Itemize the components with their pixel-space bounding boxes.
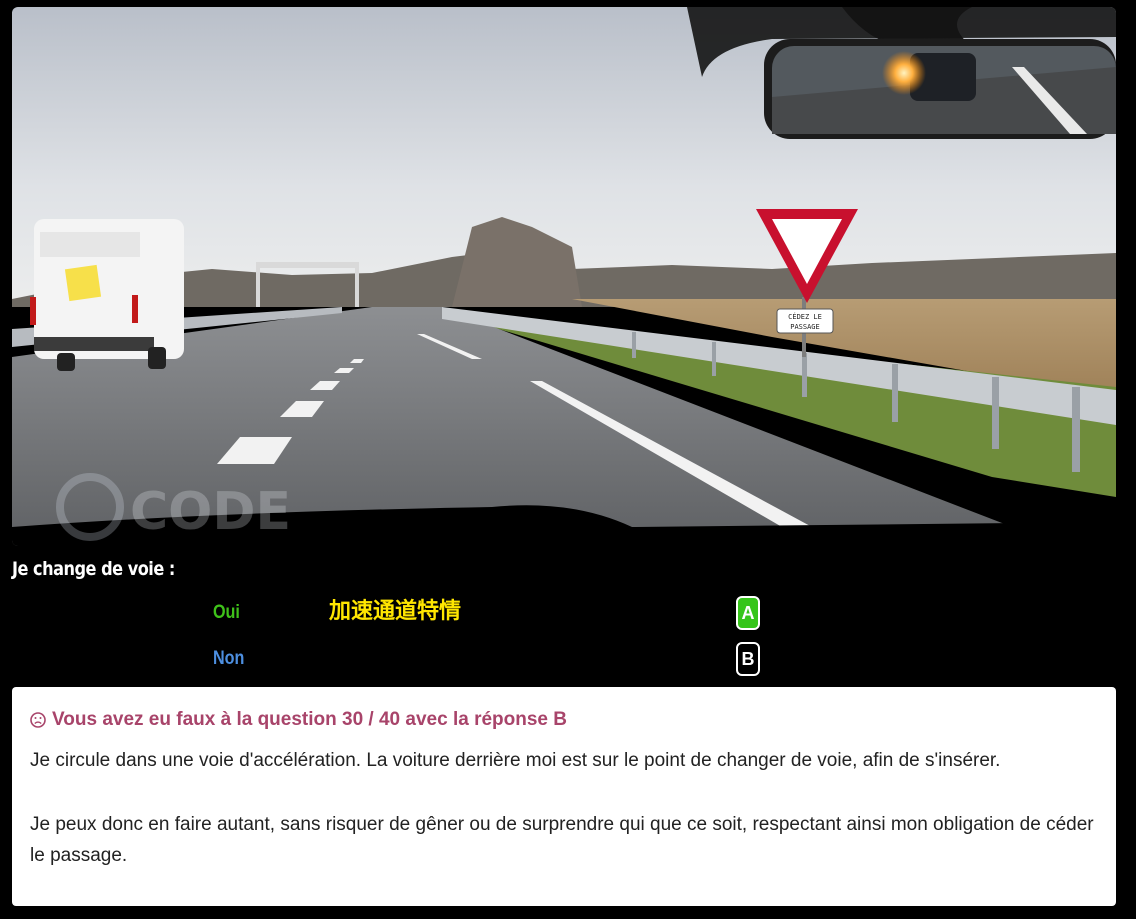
svg-text:PASSAGE: PASSAGE	[790, 323, 820, 331]
svg-text:CÉDEZ LE: CÉDEZ LE	[788, 312, 822, 321]
overlay-annotation: 加速通道特情	[329, 599, 462, 624]
question-text: Je change de voie :	[12, 558, 175, 580]
sad-face-icon	[30, 712, 46, 728]
answer-label-oui: Oui	[213, 602, 240, 623]
feedback-paragraph-2: Je peux donc en faire autant, sans risqu…	[30, 814, 1094, 866]
answer-key-a-button[interactable]: A	[736, 596, 760, 630]
feedback-paragraph-1: Je circule dans une voie d'accélération.…	[30, 750, 1001, 771]
answer-label-non: Non	[213, 648, 245, 669]
answer-option-a[interactable]: Oui A	[0, 592, 1136, 636]
driving-scene-photo: CÉDEZ LE PASSAGE CODE	[12, 7, 1116, 546]
feedback-title-text: Vous avez eu faux à la question 30 / 40 …	[52, 709, 567, 730]
van-graphic	[30, 219, 184, 371]
feedback-title: Vous avez eu faux à la question 30 / 40 …	[30, 709, 1096, 731]
feedback-panel: Vous avez eu faux à la question 30 / 40 …	[12, 687, 1116, 906]
answer-option-b[interactable]: Non B	[0, 638, 1136, 682]
svg-text:CODE: CODE	[130, 482, 291, 542]
answer-key-b-button[interactable]: B	[736, 642, 760, 676]
